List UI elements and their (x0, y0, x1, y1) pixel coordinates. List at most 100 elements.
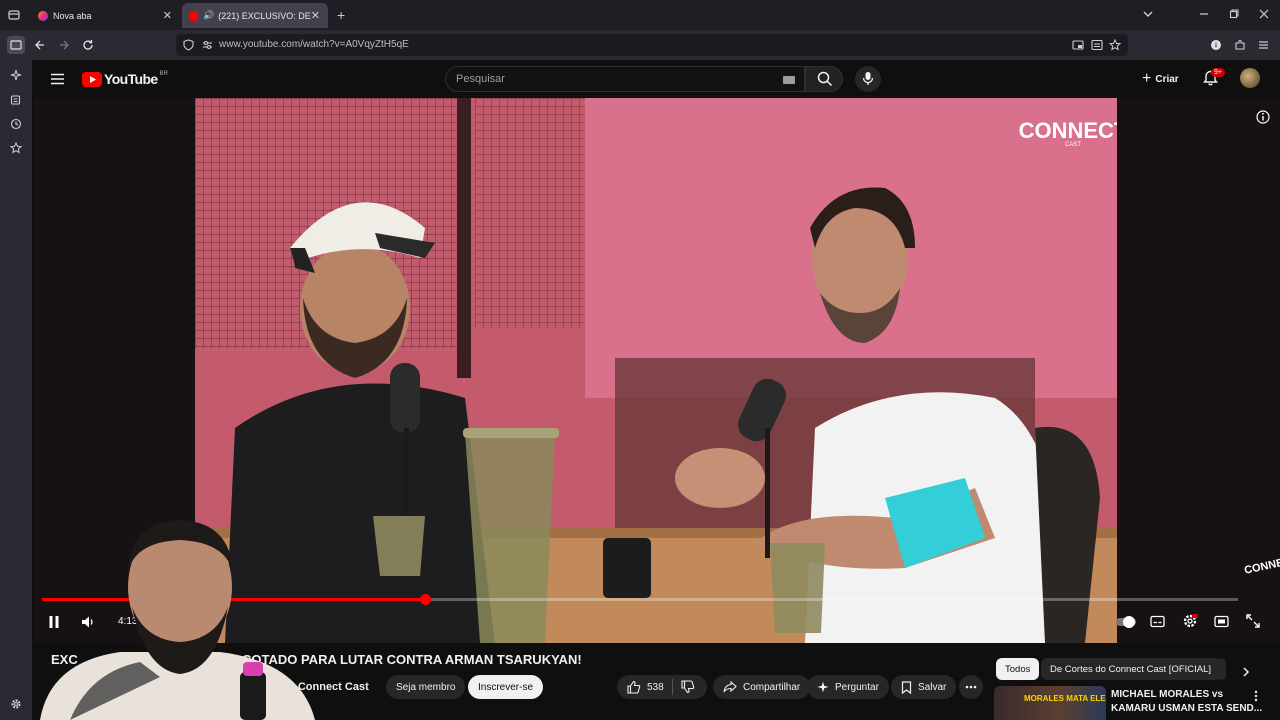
subscribe-label: Inscrever-se (478, 681, 534, 693)
ai-chatbot-icon[interactable] (10, 69, 22, 81)
recommended-title-line1[interactable]: MICHAEL MORALES vs (1111, 689, 1223, 700)
chip-label: Todos (1005, 663, 1031, 675)
like-count: 538 (647, 681, 664, 693)
sparkle-icon (817, 681, 829, 693)
search-placeholder: Pesquisar (456, 73, 505, 85)
more-vertical-icon[interactable] (1254, 690, 1258, 702)
tab-new-tab[interactable]: Nova aba ✕ (30, 3, 180, 28)
youtube-favicon-icon (190, 10, 199, 21)
avatar[interactable] (1240, 68, 1260, 88)
chip-channel[interactable]: De Cortes do Connect Cast [OFICIAL] (1041, 658, 1221, 680)
synced-tabs-icon[interactable] (10, 94, 22, 106)
more-horizontal-icon (965, 685, 977, 689)
bookmark-star-icon[interactable] (1109, 39, 1121, 51)
youtube-logo[interactable]: YouTube BR (82, 71, 168, 87)
save-label: Salvar (918, 681, 947, 693)
share-label: Compartilhar (743, 681, 801, 693)
thumbs-up-icon (627, 680, 641, 694)
firefox-icon (38, 10, 48, 21)
more-actions-button[interactable] (959, 675, 983, 699)
ask-button[interactable]: Perguntar (807, 675, 889, 699)
watermark-logo: CONNECT (1019, 118, 1117, 143)
settings-gear-icon[interactable] (10, 698, 22, 710)
browser-sidebar (0, 60, 32, 720)
theater-mode-icon[interactable] (1214, 615, 1229, 628)
tab-label: Nova aba (53, 10, 92, 21)
svg-text:i: i (1215, 43, 1217, 50)
subscribe-button[interactable]: Inscrever-se (468, 675, 544, 699)
speaker-icon[interactable]: 🔊 (203, 10, 214, 21)
reader-view-icon[interactable] (1091, 39, 1103, 51)
tab-list-icon[interactable] (8, 9, 20, 21)
recommended-title-line2[interactable]: KAMARU USMAN ESTA SEND... (1111, 703, 1262, 714)
like-button[interactable]: 538 (627, 680, 664, 694)
bookmark-icon (901, 680, 912, 694)
reload-icon[interactable] (82, 39, 94, 51)
plus-icon: + (1142, 70, 1152, 87)
watermark-sub: CAST (1065, 142, 1081, 148)
picture-in-picture-icon[interactable] (1072, 39, 1084, 51)
window-close-icon[interactable] (1259, 9, 1269, 19)
close-tab-icon[interactable]: ✕ (311, 9, 320, 22)
youtube-play-icon (82, 71, 102, 87)
restore-icon[interactable] (1229, 9, 1239, 19)
save-button[interactable]: Salvar (891, 675, 957, 699)
share-button[interactable]: Compartilhar (713, 675, 811, 699)
sidebar-toggle-icon[interactable] (7, 36, 25, 54)
subtitles-icon[interactable] (1150, 615, 1165, 628)
notifications-button[interactable]: 9+ (1203, 68, 1225, 86)
webcam-person-image (40, 520, 315, 720)
webcam-overlay (30, 512, 322, 720)
forward-icon[interactable] (58, 39, 70, 51)
video-content: CONNECT CAST (195, 98, 1117, 643)
history-icon[interactable] (10, 118, 22, 130)
create-button[interactable]: + Criar (1142, 71, 1179, 87)
settings-gear-icon[interactable] (1182, 613, 1198, 629)
share-icon (723, 681, 737, 693)
search-input[interactable]: Pesquisar (445, 66, 805, 92)
chip-label: De Cortes do Connect Cast [OFICIAL] (1050, 663, 1212, 675)
join-button[interactable]: Seja membro (386, 675, 466, 699)
chip-more[interactable] (1216, 658, 1226, 680)
voice-search-button[interactable] (855, 66, 881, 92)
region-label: BR (159, 71, 168, 77)
like-dislike-group: 538 (617, 675, 707, 699)
search-button[interactable] (805, 66, 843, 92)
minimize-icon[interactable] (1199, 8, 1209, 20)
progress-scrubber[interactable] (419, 594, 431, 605)
keyboard-icon[interactable] (783, 76, 795, 84)
tab-label: (221) EXCLUSIVO: DEMIAN (218, 10, 311, 21)
tab-youtube[interactable]: 🔊 (221) EXCLUSIVO: DEMIAN ✕ (182, 3, 328, 28)
back-icon[interactable] (34, 39, 46, 51)
recommended-thumbnail[interactable]: MORALES MATA ELE (994, 686, 1106, 720)
menu-icon[interactable] (1258, 40, 1269, 50)
divider (671, 679, 673, 695)
thumbnail-text: MORALES MATA ELE (1024, 694, 1106, 703)
extensions-puzzle-icon[interactable] (1234, 39, 1246, 51)
chip-all[interactable]: Todos (996, 658, 1040, 680)
new-tab-button[interactable]: + (337, 8, 345, 22)
autoplay-toggle[interactable] (1115, 615, 1137, 629)
chevron-right-icon[interactable] (1241, 666, 1251, 678)
info-icon[interactable] (1256, 110, 1270, 124)
thumbs-down-icon (681, 680, 694, 694)
bookmarks-icon[interactable] (10, 142, 22, 154)
dislike-button[interactable] (681, 680, 695, 694)
microphone-icon (862, 72, 874, 85)
close-tab-icon[interactable]: ✕ (163, 9, 172, 22)
chevron-down-icon[interactable] (1142, 9, 1154, 19)
youtube-logo-text: YouTube (104, 71, 158, 87)
site-permissions-icon[interactable] (202, 40, 213, 50)
video-frame[interactable]: CONNECT CAST (195, 98, 1117, 643)
shield-icon[interactable] (183, 39, 194, 51)
ask-label: Perguntar (835, 681, 879, 693)
url-text[interactable]: www.youtube.com/watch?v=A0VqyZtH5qE (219, 39, 409, 50)
corner-watermark: CONNEC (1243, 555, 1280, 577)
create-label: Criar (1155, 73, 1179, 85)
notification-badge: 9+ (1211, 68, 1225, 77)
hamburger-menu-icon[interactable] (51, 73, 64, 85)
join-label: Seja membro (396, 681, 456, 693)
fullscreen-icon[interactable] (1246, 614, 1260, 628)
search-icon (817, 71, 833, 87)
extension-icon[interactable]: i (1210, 39, 1222, 51)
